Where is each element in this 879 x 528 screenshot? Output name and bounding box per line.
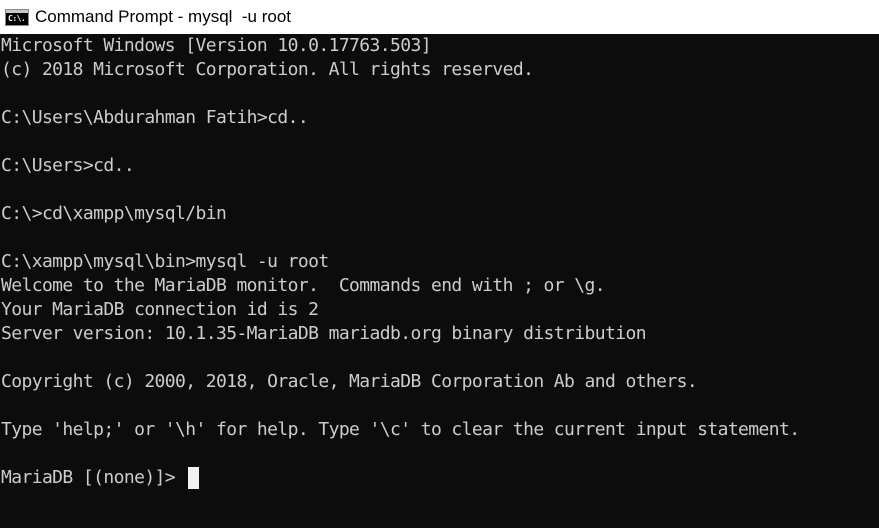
console-line: Your MariaDB connection id is 2 [1, 299, 319, 320]
console-line: C:\Users>cd.. [1, 155, 135, 176]
cmd-icon-glyph: C:\. [8, 13, 26, 23]
console-line: Server version: 10.1.35-MariaDB mariadb.… [1, 323, 647, 344]
command-prompt-window: C:\. Command Prompt - mysql -u root Micr… [0, 0, 879, 528]
window-title: Command Prompt - mysql -u root [35, 7, 292, 26]
console-line: Microsoft Windows [Version 10.0.17763.50… [1, 35, 432, 56]
mariadb-prompt: MariaDB [(none)]> [1, 467, 176, 488]
console-line: Welcome to the MariaDB monitor. Commands… [1, 275, 606, 296]
console-line: Copyright (c) 2000, 2018, Oracle, MariaD… [1, 371, 698, 392]
text-cursor[interactable] [188, 467, 200, 489]
mariadb-prompt-line[interactable]: MariaDB [(none)]> [0, 466, 879, 490]
cmd-icon[interactable]: C:\. [5, 8, 29, 26]
console-line: Type 'help;' or '\h' for help. Type '\c'… [1, 419, 800, 440]
title-bar[interactable]: C:\. Command Prompt - mysql -u root [0, 0, 879, 34]
console-line: (c) 2018 Microsoft Corporation. All righ… [1, 59, 534, 80]
console-output[interactable]: Microsoft Windows [Version 10.0.17763.50… [0, 34, 879, 528]
console-line: C:\Users\Abdurahman Fatih>cd.. [1, 107, 309, 128]
console-line: C:\>cd\xampp\mysql/bin [1, 203, 227, 224]
console-line: C:\xampp\mysql\bin>mysql -u root [1, 251, 329, 272]
